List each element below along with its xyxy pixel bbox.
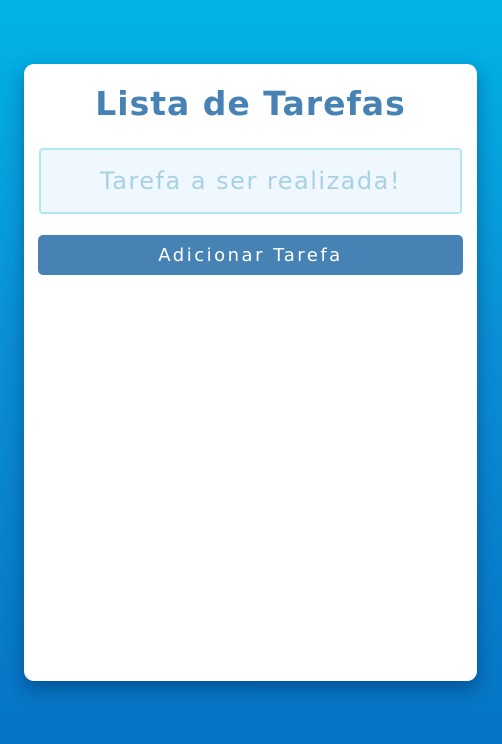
task-list: [39, 289, 462, 659]
task-input[interactable]: [39, 148, 462, 214]
add-task-button[interactable]: Adicionar Tarefa: [38, 235, 463, 275]
page-title: Lista de Tarefas: [95, 84, 406, 123]
todo-card: Lista de Tarefas Adicionar Tarefa: [24, 64, 477, 681]
